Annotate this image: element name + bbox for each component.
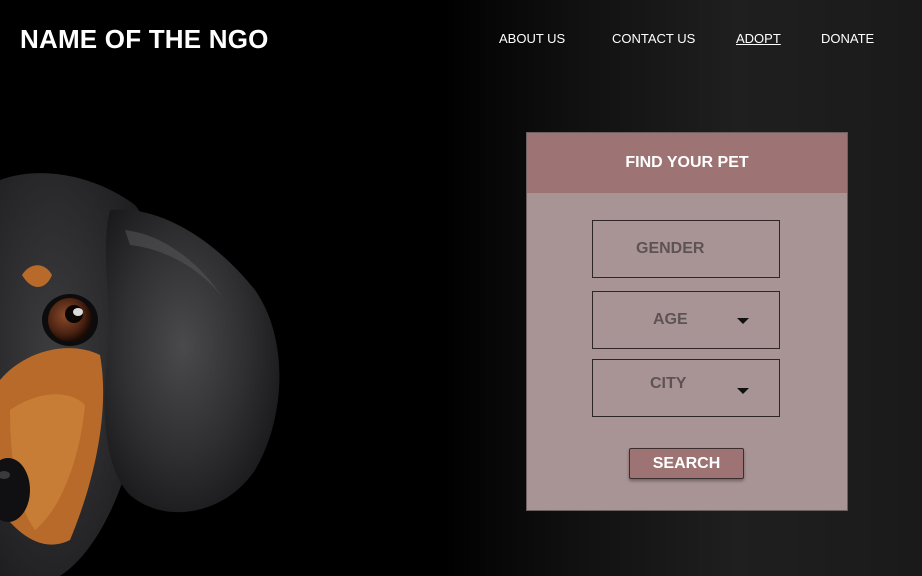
age-dropdown[interactable]: AGE [592, 291, 780, 349]
gender-field[interactable]: GENDER [592, 220, 780, 278]
age-label: AGE [653, 311, 688, 328]
find-pet-title: FIND YOUR PET [625, 154, 749, 171]
city-dropdown[interactable]: CITY [592, 359, 780, 417]
search-button[interactable]: SEARCH [629, 448, 744, 479]
nav-adopt[interactable]: ADOPT [736, 31, 781, 46]
caret-down-icon [737, 388, 749, 394]
find-pet-header: FIND YOUR PET [527, 133, 847, 193]
city-label: CITY [650, 375, 687, 392]
dog-photo [0, 173, 280, 576]
ngo-logo[interactable]: NAME OF THE NGO [20, 24, 269, 55]
nav-donate[interactable]: DONATE [821, 31, 874, 46]
gender-label: GENDER [636, 240, 705, 257]
find-pet-panel: FIND YOUR PET GENDER AGE CITY SEARCH [526, 132, 848, 511]
nav-about-us[interactable]: ABOUT US [499, 31, 565, 46]
caret-down-icon [737, 318, 749, 324]
nav-contact-us[interactable]: CONTACT US [612, 31, 695, 46]
